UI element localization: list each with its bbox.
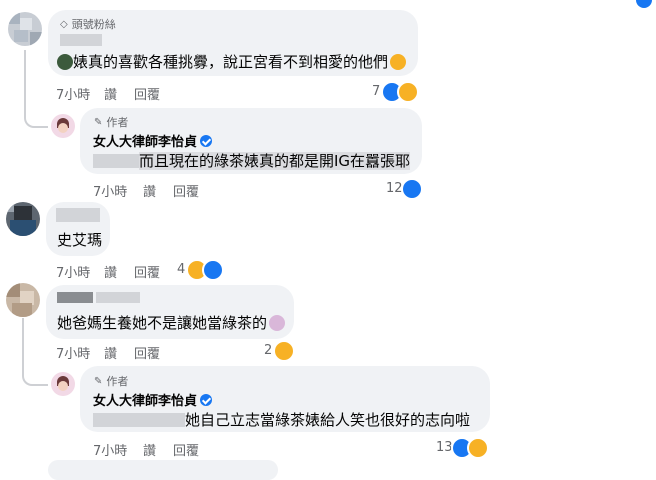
comment-text: 史艾瑪 — [57, 231, 103, 249]
notification-dot — [636, 0, 652, 8]
comment-actions: 7小時 讚 回覆 — [56, 84, 176, 103]
author-avatar[interactable] — [51, 114, 75, 138]
verified-icon — [200, 394, 213, 406]
haha-icon — [397, 81, 419, 103]
author-label: ✎ 作者 — [94, 116, 129, 129]
woman-gesture-icon — [269, 315, 286, 331]
author-avatar[interactable] — [51, 372, 75, 396]
comment-time: 7小時 — [56, 88, 91, 103]
like-icon — [401, 178, 423, 200]
reply-text: 她自己立志當綠茶婊給人笑也很好的志向啦 — [93, 409, 470, 430]
reply-time: 7小時 — [93, 185, 128, 200]
diamond-icon: ◇ — [60, 18, 68, 30]
commenter-name[interactable] — [60, 34, 102, 46]
reply-button[interactable]: 回覆 — [173, 440, 199, 459]
reactions[interactable] — [273, 340, 295, 362]
haha-icon — [467, 437, 489, 459]
like-button[interactable]: 讚 — [143, 181, 156, 200]
like-button[interactable]: 讚 — [143, 440, 156, 459]
commenter-name-extra — [96, 292, 140, 303]
reply-button[interactable]: 回覆 — [173, 181, 199, 200]
reply-button[interactable]: 回覆 — [134, 262, 160, 281]
thread-connector — [22, 318, 48, 386]
like-icon — [202, 259, 224, 281]
reaction-count[interactable]: 2 — [264, 343, 272, 358]
reactions[interactable] — [401, 178, 423, 200]
like-button[interactable]: 讚 — [104, 343, 117, 362]
author-name[interactable]: 女人大律師李怡貞 — [93, 131, 213, 150]
author-label: ✎ 作者 — [94, 375, 129, 388]
sad-face-icon — [390, 54, 407, 70]
comment-actions: 7小時 讚 回覆 — [56, 343, 176, 362]
avatar[interactable] — [8, 12, 42, 46]
reactions[interactable] — [186, 259, 224, 281]
reactions[interactable] — [381, 81, 419, 103]
reply-text: 而且現在的綠茶婊真的都是開IG在囂張耶 — [93, 150, 411, 171]
pencil-icon: ✎ — [94, 116, 103, 128]
bowl-emoji-icon — [57, 54, 73, 70]
reply-button[interactable]: 回覆 — [134, 343, 160, 362]
like-button[interactable]: 讚 — [104, 262, 117, 281]
author-name[interactable]: 女人大律師李怡貞 — [93, 390, 213, 409]
verified-icon — [200, 135, 213, 147]
top-fan-badge: ◇ 頭號粉絲 — [60, 18, 116, 31]
mention-tag[interactable] — [93, 413, 185, 427]
comment-text: 她爸媽生養她不是讓她當綠茶的 — [57, 312, 286, 333]
reply-button[interactable]: 回覆 — [134, 84, 160, 103]
like-button[interactable]: 讚 — [104, 84, 117, 103]
comment-time: 7小時 — [56, 347, 91, 362]
pencil-icon: ✎ — [94, 375, 103, 387]
reply-actions: 7小時 讚 回覆 — [93, 440, 213, 459]
thread-connector — [24, 50, 48, 128]
commenter-name[interactable] — [56, 208, 100, 222]
comment-actions: 7小時 讚 回覆 — [56, 262, 176, 281]
reply-actions: 7小時 讚 回覆 — [93, 181, 213, 200]
haha-icon — [273, 340, 295, 362]
comment-text: 婊真的喜歡各種挑釁，說正宮看不到相愛的他們 — [57, 51, 407, 72]
reactions[interactable] — [451, 437, 489, 459]
commenter-name[interactable] — [57, 292, 93, 303]
reply-time: 7小時 — [93, 444, 128, 459]
comment-time: 7小時 — [56, 266, 91, 281]
avatar[interactable] — [6, 202, 40, 236]
avatar[interactable] — [6, 283, 40, 317]
next-comment-bubble — [48, 460, 278, 480]
reaction-count[interactable]: 7 — [372, 84, 380, 99]
mention-tag[interactable] — [93, 154, 139, 168]
reaction-count[interactable]: 4 — [177, 262, 185, 277]
